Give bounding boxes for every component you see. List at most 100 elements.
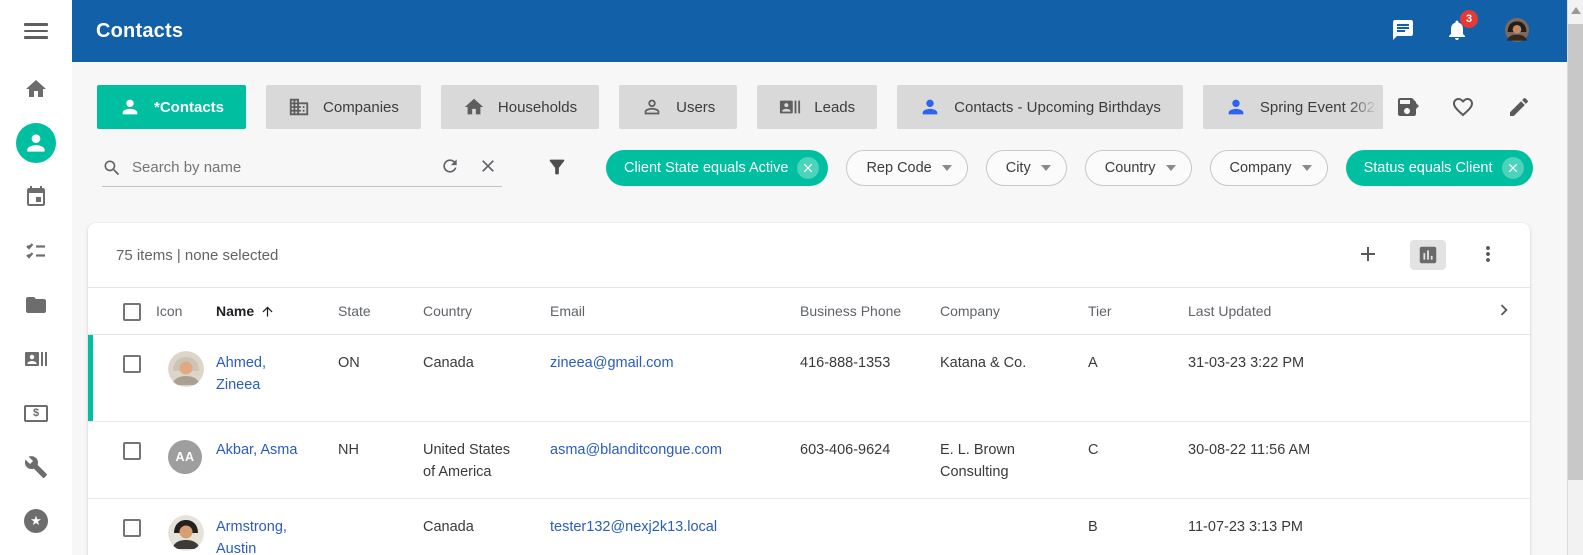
tab-leads[interactable]: Leads: [757, 85, 877, 129]
cell-state: ON: [338, 353, 423, 375]
contact-card-icon: [779, 96, 801, 118]
cell-tier: C: [1088, 440, 1188, 462]
chip-label: Company: [1230, 160, 1292, 176]
folder-icon: [24, 293, 48, 317]
filter-chips: Client State equals Active Rep Code City…: [606, 150, 1533, 186]
contact-email-link[interactable]: zineea@gmail.com: [550, 353, 800, 375]
person-icon-blue: [1225, 96, 1247, 118]
favorite-view-icon[interactable]: [1451, 95, 1475, 122]
column-header-tier[interactable]: Tier: [1088, 303, 1188, 319]
sort-ascending-icon: [260, 304, 275, 319]
star-icon: ★: [24, 509, 48, 533]
scrollbar-up-arrow[interactable]: [1571, 7, 1581, 14]
tab-label: Users: [676, 99, 715, 116]
chat-icon[interactable]: [1391, 18, 1415, 45]
chip-label: City: [1006, 160, 1031, 176]
chip-country[interactable]: Country: [1085, 150, 1192, 186]
sidebar-item-tools[interactable]: [0, 440, 72, 494]
column-header-email[interactable]: Email: [550, 303, 800, 319]
chip-label: Client State equals Active: [624, 160, 788, 176]
chart-view-icon[interactable]: [1410, 240, 1446, 270]
contact-initials-avatar: AA: [168, 440, 202, 474]
table-row[interactable]: AA Akbar, Asma NH United States of Ameri…: [88, 422, 1530, 499]
column-header-state[interactable]: State: [338, 303, 423, 319]
tab-spring-event-2023[interactable]: Spring Event 2023: [1203, 85, 1383, 129]
chip-city[interactable]: City: [986, 150, 1067, 186]
row-checkbox[interactable]: [123, 442, 141, 460]
search-icon: [102, 158, 122, 178]
chip-company[interactable]: Company: [1210, 150, 1328, 186]
sidebar-item-billing[interactable]: $: [0, 386, 72, 440]
tab-companies[interactable]: Companies: [266, 85, 421, 129]
sidebar-item-home[interactable]: [0, 62, 72, 116]
contact-card-icon: [24, 347, 48, 371]
chip-rep-code[interactable]: Rep Code: [846, 150, 967, 186]
chip-client-state[interactable]: Client State equals Active: [606, 150, 828, 186]
tab-fade: [1349, 85, 1383, 129]
contact-email-link[interactable]: tester132@nexj2k13.local: [550, 517, 800, 539]
sidebar-item-contacts[interactable]: [0, 116, 72, 170]
table-row[interactable]: Armstrong, Austin Canada tester132@nexj2…: [88, 499, 1530, 555]
row-checkbox[interactable]: [123, 355, 141, 373]
tab-contacts[interactable]: *Contacts: [97, 85, 246, 129]
contact-email-link[interactable]: asma@blanditcongue.com: [550, 440, 800, 462]
cell-tier: A: [1088, 353, 1188, 375]
search-input[interactable]: [132, 159, 430, 176]
chip-label: Status equals Client: [1364, 160, 1493, 176]
contact-name-link[interactable]: Ahmed, Zineea: [216, 353, 338, 397]
sidebar-item-favorites[interactable]: ★: [0, 494, 72, 548]
notifications-button[interactable]: 3: [1445, 18, 1469, 45]
save-view-icon[interactable]: [1395, 95, 1419, 122]
contact-name-link[interactable]: Akbar, Asma: [216, 440, 338, 462]
column-header-last-updated[interactable]: Last Updated: [1188, 303, 1478, 319]
row-checkbox[interactable]: [123, 519, 141, 537]
app-root: $ ★ Contacts 3: [0, 0, 1583, 555]
building-icon: [288, 96, 310, 118]
user-avatar[interactable]: [1499, 13, 1535, 49]
select-all-checkbox[interactable]: [123, 303, 141, 321]
page-scrollbar[interactable]: [1567, 0, 1583, 555]
clear-search-icon[interactable]: [478, 156, 498, 179]
remove-chip-icon[interactable]: [797, 157, 819, 179]
columns-scroll-right-icon[interactable]: [1493, 299, 1515, 324]
contact-name-link[interactable]: Armstrong, Austin: [216, 517, 338, 555]
table-row[interactable]: Ahmed, Zineea ON Canada zineea@gmail.com…: [88, 335, 1530, 422]
edit-view-icon[interactable]: [1507, 95, 1531, 122]
sidebar-item-tasks[interactable]: [0, 224, 72, 278]
cell-tier: B: [1088, 517, 1188, 539]
table-header-row: Icon Name State Country Email Business P…: [88, 287, 1530, 335]
home-icon: [463, 96, 485, 118]
column-header-icon[interactable]: Icon: [156, 303, 216, 319]
column-header-country[interactable]: Country: [423, 303, 550, 319]
tab-label: Leads: [814, 99, 855, 116]
main-content: *Contacts Companies Households Users Lea…: [72, 62, 1567, 555]
tab-users[interactable]: Users: [619, 85, 737, 129]
cell-business-phone: 603-406-9624: [800, 440, 940, 462]
contact-photo-avatar: [168, 351, 204, 387]
remove-chip-icon[interactable]: [1502, 157, 1524, 179]
sidebar-item-documents[interactable]: [0, 278, 72, 332]
column-header-company[interactable]: Company: [940, 303, 1088, 319]
column-header-name[interactable]: Name: [216, 303, 338, 319]
scrollbar-thumb[interactable]: [1568, 24, 1583, 480]
more-options-icon[interactable]: [1476, 242, 1500, 269]
tab-label: Households: [498, 99, 577, 116]
tab-contacts-upcoming-birthdays[interactable]: Contacts - Upcoming Birthdays: [897, 85, 1183, 129]
chevron-down-icon: [1302, 165, 1312, 171]
tab-households[interactable]: Households: [441, 85, 599, 129]
cell-last-updated: 31-03-23 3:22 PM: [1188, 353, 1478, 375]
sidebar-item-leads[interactable]: [0, 332, 72, 386]
chip-status[interactable]: Status equals Client: [1346, 150, 1533, 186]
wrench-icon: [24, 455, 48, 479]
tab-label: Contacts - Upcoming Birthdays: [954, 99, 1161, 116]
filter-icon[interactable]: [546, 156, 568, 181]
selection-summary: 75 items | none selected: [116, 247, 278, 264]
refresh-icon[interactable]: [440, 156, 460, 179]
sidebar-item-calendar[interactable]: [0, 170, 72, 224]
add-record-icon[interactable]: [1356, 242, 1380, 269]
tasks-icon: [24, 239, 48, 263]
column-header-business-phone[interactable]: Business Phone: [800, 303, 940, 319]
chevron-down-icon: [942, 165, 952, 171]
menu-icon[interactable]: [24, 19, 48, 43]
appbar: Contacts 3: [72, 0, 1567, 62]
